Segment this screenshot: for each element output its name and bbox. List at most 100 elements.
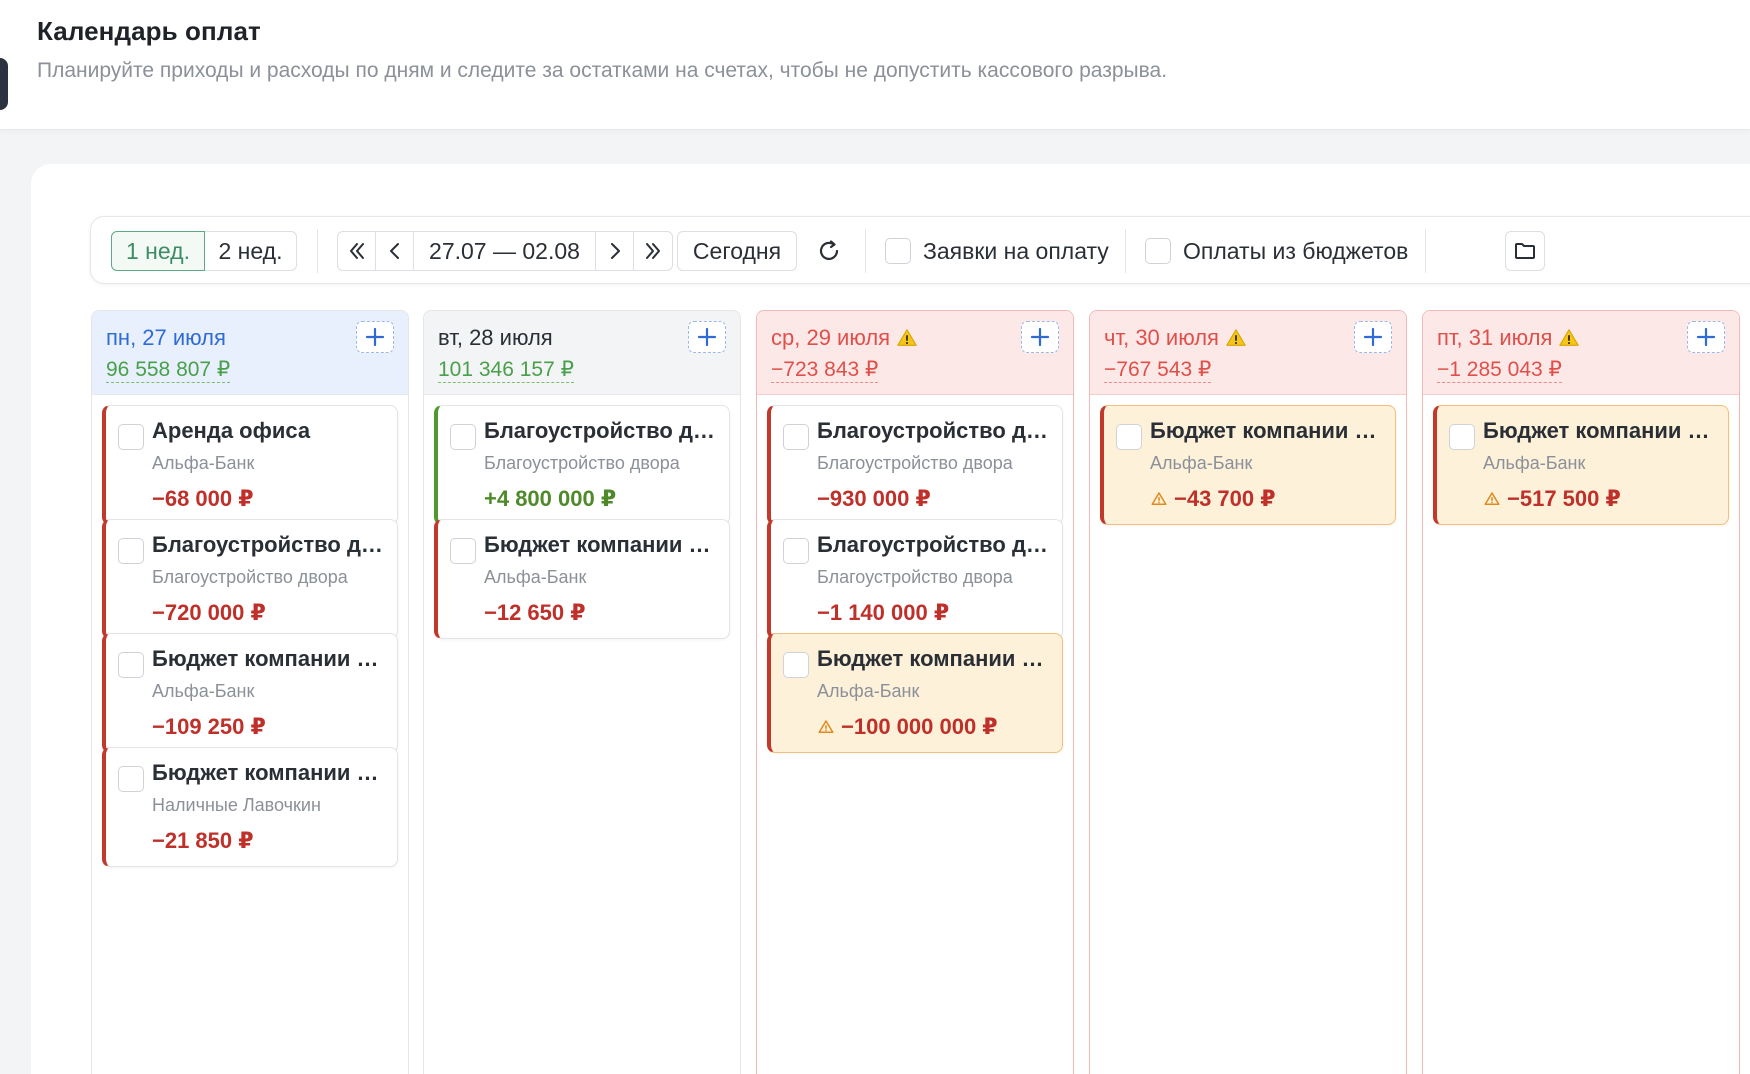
payment-checkbox[interactable]: [450, 538, 476, 564]
first-period-button[interactable]: [338, 232, 376, 270]
payment-title: Аренда офиса: [152, 418, 311, 443]
payment-account: Благоустройство двора: [484, 453, 680, 473]
payment-checkbox[interactable]: [118, 766, 144, 792]
toolbar-divider: [865, 229, 866, 273]
page-header: Календарь оплат Планируйте приходы и рас…: [0, 0, 1750, 130]
prev-period-button[interactable]: [376, 232, 414, 270]
budgets-label: Оплаты из бюджетов: [1183, 237, 1409, 264]
refresh-icon: [819, 240, 839, 260]
payment-account: Альфа-Банк: [152, 681, 255, 701]
payment-card[interactable]: Бюджет компании ООО Альфа-Банк −517 500 …: [1433, 405, 1729, 525]
warning-icon: [897, 329, 917, 346]
folder-button[interactable]: [1505, 231, 1545, 271]
payment-amount: −100 000 000 ₽: [817, 714, 998, 740]
day-date-label: ср, 29 июля: [771, 325, 891, 350]
payment-title: Бюджет компании ООО: [1150, 418, 1386, 443]
requests-checkbox[interactable]: [885, 238, 911, 264]
day-date: ср, 29 июля: [771, 325, 918, 351]
payment-title: Бюджет компании ООО: [484, 532, 720, 557]
payment-checkbox[interactable]: [118, 424, 144, 450]
payment-amount-value: −109 250 ₽: [152, 714, 266, 739]
plus-icon: [1030, 327, 1050, 347]
day-balance[interactable]: −1 285 043 ₽: [1437, 358, 1562, 383]
payment-checkbox[interactable]: [783, 538, 809, 564]
requests-label: Заявки на оплату: [923, 237, 1109, 264]
payment-checkbox[interactable]: [118, 652, 144, 678]
refresh-button[interactable]: [813, 235, 845, 267]
day-column: вт, 28 июля 101 346 157 ₽ Благоустройств…: [423, 310, 741, 1074]
last-period-button[interactable]: [634, 232, 672, 270]
payment-title: Бюджет компании ООО: [817, 646, 1053, 671]
add-payment-button[interactable]: [688, 321, 726, 353]
day-balance[interactable]: −723 843 ₽: [771, 358, 879, 383]
payment-checkbox[interactable]: [783, 424, 809, 450]
payment-amount-value: −12 650 ₽: [484, 600, 586, 625]
payment-card[interactable]: Бюджет компании ООО Альфа-Банк −43 700 ₽: [1100, 405, 1396, 525]
payment-amount-value: −21 850 ₽: [152, 828, 254, 853]
payment-card[interactable]: Бюджет компании ООО Альфа-Банк −109 250 …: [102, 633, 398, 753]
payment-card[interactable]: Благоустройство двора Благоустройство дв…: [767, 405, 1063, 525]
payment-amount-value: −100 000 000 ₽: [841, 714, 998, 739]
payment-amount: −21 850 ₽: [152, 828, 254, 854]
payment-account: Альфа-Банк: [817, 681, 920, 701]
payment-amount: +4 800 000 ₽: [484, 486, 616, 512]
add-payment-button[interactable]: [356, 321, 394, 353]
page-title: Календарь оплат: [37, 16, 261, 46]
day-column: пн, 27 июля 96 558 807 ₽ Аренда офиса Ал…: [91, 310, 409, 1074]
payment-title: Бюджет компании ООО: [152, 760, 388, 785]
payment-account: Благоустройство двора: [817, 567, 1013, 587]
payment-amount: −12 650 ₽: [484, 600, 586, 626]
toolbar-divider: [1125, 229, 1126, 273]
day-header: ср, 29 июля −723 843 ₽: [757, 311, 1073, 395]
payment-card[interactable]: Аренда офиса Альфа-Банк −68 000 ₽: [102, 405, 398, 525]
payment-amount-value: −930 000 ₽: [817, 486, 931, 511]
next-period-button[interactable]: [596, 232, 634, 270]
day-date: пн, 27 июля: [106, 325, 226, 351]
payment-title: Благоустройство двора: [484, 418, 720, 443]
day-balance[interactable]: −767 543 ₽: [1104, 358, 1212, 383]
sidebar-toggle[interactable]: [0, 58, 8, 110]
day-column: чт, 30 июля −767 543 ₽ Бюджет компании О…: [1089, 310, 1407, 1074]
today-button[interactable]: Сегодня: [677, 231, 797, 271]
add-payment-button[interactable]: [1354, 321, 1392, 353]
day-date: пт, 31 июля: [1437, 325, 1580, 351]
payment-checkbox[interactable]: [118, 538, 144, 564]
page-subtitle: Планируйте приходы и расходы по дням и с…: [37, 59, 1168, 82]
payment-card[interactable]: Бюджет компании ООО Наличные Лавочкин −2…: [102, 747, 398, 867]
payment-account: Альфа-Банк: [152, 453, 255, 473]
payment-checkbox[interactable]: [1116, 424, 1142, 450]
payment-amount: −930 000 ₽: [817, 486, 931, 512]
payment-checkbox[interactable]: [783, 652, 809, 678]
date-navigator: 27.07 — 02.08: [337, 231, 673, 271]
payment-amount-value: −1 140 000 ₽: [817, 600, 950, 625]
payment-amount-value: +4 800 000 ₽: [484, 486, 617, 511]
payment-checkbox[interactable]: [450, 424, 476, 450]
payment-amount: −43 700 ₽: [1150, 486, 1276, 512]
budgets-filter[interactable]: Оплаты из бюджетов: [1145, 231, 1408, 271]
payment-account: Альфа-Банк: [484, 567, 587, 587]
day-date-label: чт, 30 июля: [1104, 325, 1219, 350]
requests-filter[interactable]: Заявки на оплату: [885, 231, 1109, 271]
payment-amount: −68 000 ₽: [152, 486, 254, 512]
payment-title: Благоустройство двора: [817, 418, 1053, 443]
week-1-toggle[interactable]: 1 нед.: [111, 231, 205, 271]
payment-card[interactable]: Благоустройство двора Благоустройство дв…: [434, 405, 730, 525]
payment-card[interactable]: Бюджет компании ООО Альфа-Банк −12 650 ₽: [434, 519, 730, 639]
toolbar-divider: [1425, 229, 1426, 273]
day-header: пт, 31 июля −1 285 043 ₽: [1423, 311, 1739, 395]
add-payment-button[interactable]: [1021, 321, 1059, 353]
payment-card[interactable]: Благоустройство двора Благоустройство дв…: [102, 519, 398, 639]
payment-account: Благоустройство двора: [817, 453, 1013, 473]
day-balance[interactable]: 101 346 157 ₽: [438, 358, 574, 383]
day-balance[interactable]: 96 558 807 ₽: [106, 358, 231, 383]
add-payment-button[interactable]: [1687, 321, 1725, 353]
payment-checkbox[interactable]: [1449, 424, 1475, 450]
payment-amount: −720 000 ₽: [152, 600, 266, 626]
payment-card[interactable]: Благоустройство двора Благоустройство дв…: [767, 519, 1063, 639]
day-date-label: вт, 28 июля: [438, 325, 553, 350]
budgets-checkbox[interactable]: [1145, 238, 1171, 264]
payment-card[interactable]: Бюджет компании ООО Альфа-Банк −100 000 …: [767, 633, 1063, 753]
week-2-toggle[interactable]: 2 нед.: [205, 231, 297, 271]
warning-icon: [1151, 492, 1167, 505]
date-range[interactable]: 27.07 — 02.08: [414, 232, 596, 270]
